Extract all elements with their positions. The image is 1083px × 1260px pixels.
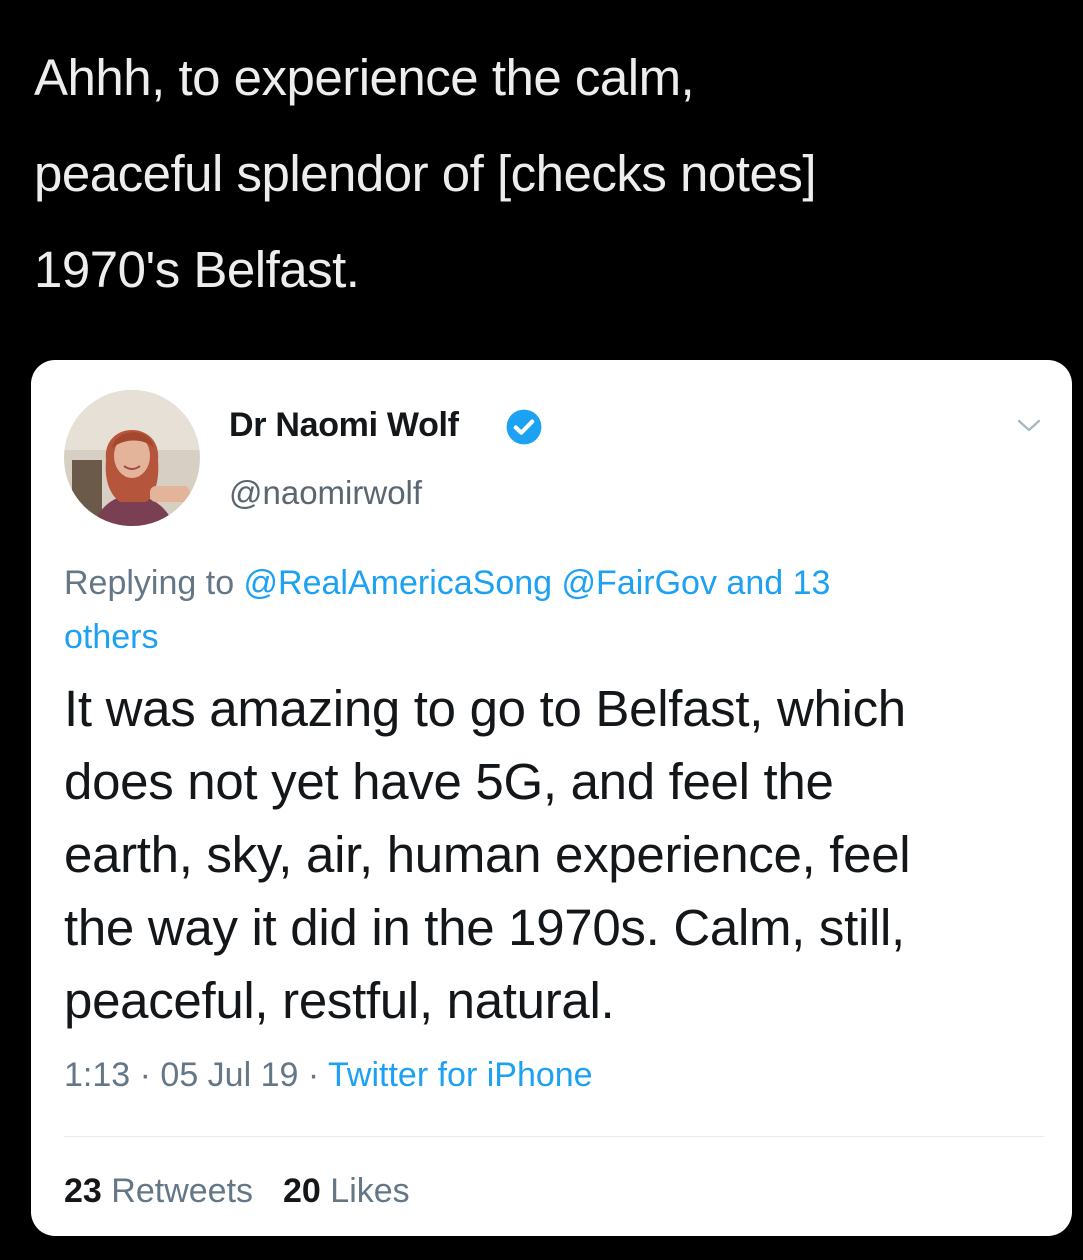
retweets-count[interactable]: 23 Retweets: [64, 1172, 253, 1210]
avatar[interactable]: [64, 390, 200, 526]
tweet-text-line: peaceful, restful, natural.: [64, 972, 615, 1029]
tweet-date[interactable]: 05 Jul 19: [160, 1056, 298, 1094]
divider: [64, 1136, 1044, 1137]
caption-line: peaceful splendor of [checks notes]: [34, 145, 817, 202]
tweet-text-line: does not yet have 5G, and feel the: [64, 753, 834, 810]
chevron-down-icon[interactable]: [1014, 416, 1044, 436]
tweet-time[interactable]: 1:13: [64, 1056, 130, 1094]
caption-line: 1970's Belfast.: [34, 241, 360, 298]
tweet-text-line: It was amazing to go to Belfast, which: [64, 680, 906, 737]
mention-link[interactable]: @RealAmericaSong: [244, 564, 553, 602]
tweet-text: It was amazing to go to Belfast, which d…: [64, 672, 1054, 1037]
tweet-card: Dr Naomi Wolf @naomirwolf Replying to @R…: [31, 360, 1072, 1236]
mention-link[interactable]: @FairGov: [562, 564, 717, 602]
meta-separator: ·: [298, 1056, 329, 1094]
verified-badge-icon: [506, 409, 542, 445]
display-name[interactable]: Dr Naomi Wolf: [229, 406, 459, 445]
meta-separator: ·: [130, 1056, 161, 1094]
profile-photo-icon: [64, 390, 200, 526]
engagement-stats: 23 Retweets 20 Likes: [64, 1172, 410, 1211]
replying-to: Replying to @RealAmericaSong @FairGov an…: [64, 556, 994, 664]
tweet-metadata: 1:13 · 05 Jul 19 · Twitter for iPhone: [64, 1056, 593, 1095]
tweet-text-line: the way it did in the 1970s. Calm, still…: [64, 899, 905, 956]
likes-count[interactable]: 20 Likes: [283, 1172, 410, 1210]
replying-to-label: Replying to: [64, 564, 244, 602]
user-handle[interactable]: @naomirwolf: [229, 474, 422, 512]
tweet-source-link[interactable]: Twitter for iPhone: [328, 1056, 593, 1094]
tweet-text-line: earth, sky, air, human experience, feel: [64, 826, 911, 883]
caption-line: Ahhh, to experience the calm,: [34, 49, 695, 106]
caption-text: Ahhh, to experience the calm, peaceful s…: [34, 30, 1054, 318]
